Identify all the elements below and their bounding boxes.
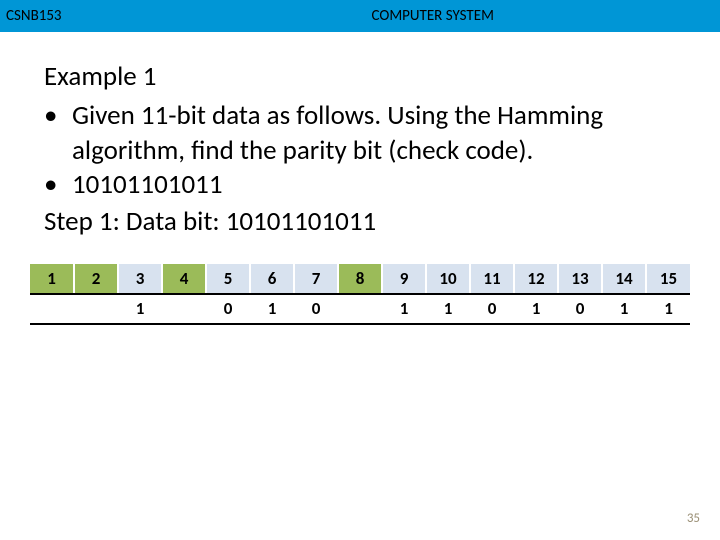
value-cell: 0: [294, 294, 338, 324]
value-cell: [338, 294, 382, 324]
value-cell: 1: [602, 294, 646, 324]
bullet-text: 10101101011: [72, 168, 676, 203]
position-header: 11: [470, 264, 514, 294]
slide-content: Example 1 • Given 11-bit data as follows…: [0, 32, 720, 238]
example-title: Example 1: [44, 60, 676, 93]
position-header: 15: [646, 264, 690, 294]
value-row: 10101101011: [30, 294, 690, 324]
bullet-icon: •: [44, 99, 72, 168]
position-header: 6: [250, 264, 294, 294]
position-header: 3: [118, 264, 162, 294]
position-header: 13: [558, 264, 602, 294]
value-cell: 1: [250, 294, 294, 324]
value-cell: 1: [382, 294, 426, 324]
value-cell: 0: [470, 294, 514, 324]
value-cell: 1: [118, 294, 162, 324]
bullet-item: • Given 11-bit data as follows. Using th…: [44, 99, 676, 168]
position-header-parity: 1: [30, 264, 74, 294]
position-header: 7: [294, 264, 338, 294]
bullet-text: Given 11-bit data as follows. Using the …: [72, 99, 676, 168]
position-header-parity: 4: [162, 264, 206, 294]
value-cell: 1: [514, 294, 558, 324]
header-bar: CSNB153 COMPUTER SYSTEM: [0, 0, 720, 32]
value-cell: [30, 294, 74, 324]
position-header-parity: 2: [74, 264, 118, 294]
value-cell: [162, 294, 206, 324]
value-cell: 1: [426, 294, 470, 324]
position-header: 12: [514, 264, 558, 294]
position-header-parity: 8: [338, 264, 382, 294]
value-cell: 0: [206, 294, 250, 324]
page-number: 35: [687, 511, 700, 526]
value-cell: [74, 294, 118, 324]
bullet-list: • Given 11-bit data as follows. Using th…: [44, 99, 676, 203]
position-row: 123456789101112131415: [30, 264, 690, 294]
course-code: CSNB153: [0, 7, 62, 25]
bullet-icon: •: [44, 168, 72, 203]
position-header: 14: [602, 264, 646, 294]
position-header: 5: [206, 264, 250, 294]
course-title: COMPUTER SYSTEM: [372, 7, 494, 25]
step-line: Step 1: Data bit: 10101101011: [44, 205, 676, 238]
position-header: 10: [426, 264, 470, 294]
bullet-item: • 10101101011: [44, 168, 676, 203]
position-header: 9: [382, 264, 426, 294]
value-cell: 1: [646, 294, 690, 324]
hamming-table: 123456789101112131415 10101101011: [30, 264, 690, 325]
value-cell: 0: [558, 294, 602, 324]
hamming-table-wrap: 123456789101112131415 10101101011: [30, 264, 690, 325]
